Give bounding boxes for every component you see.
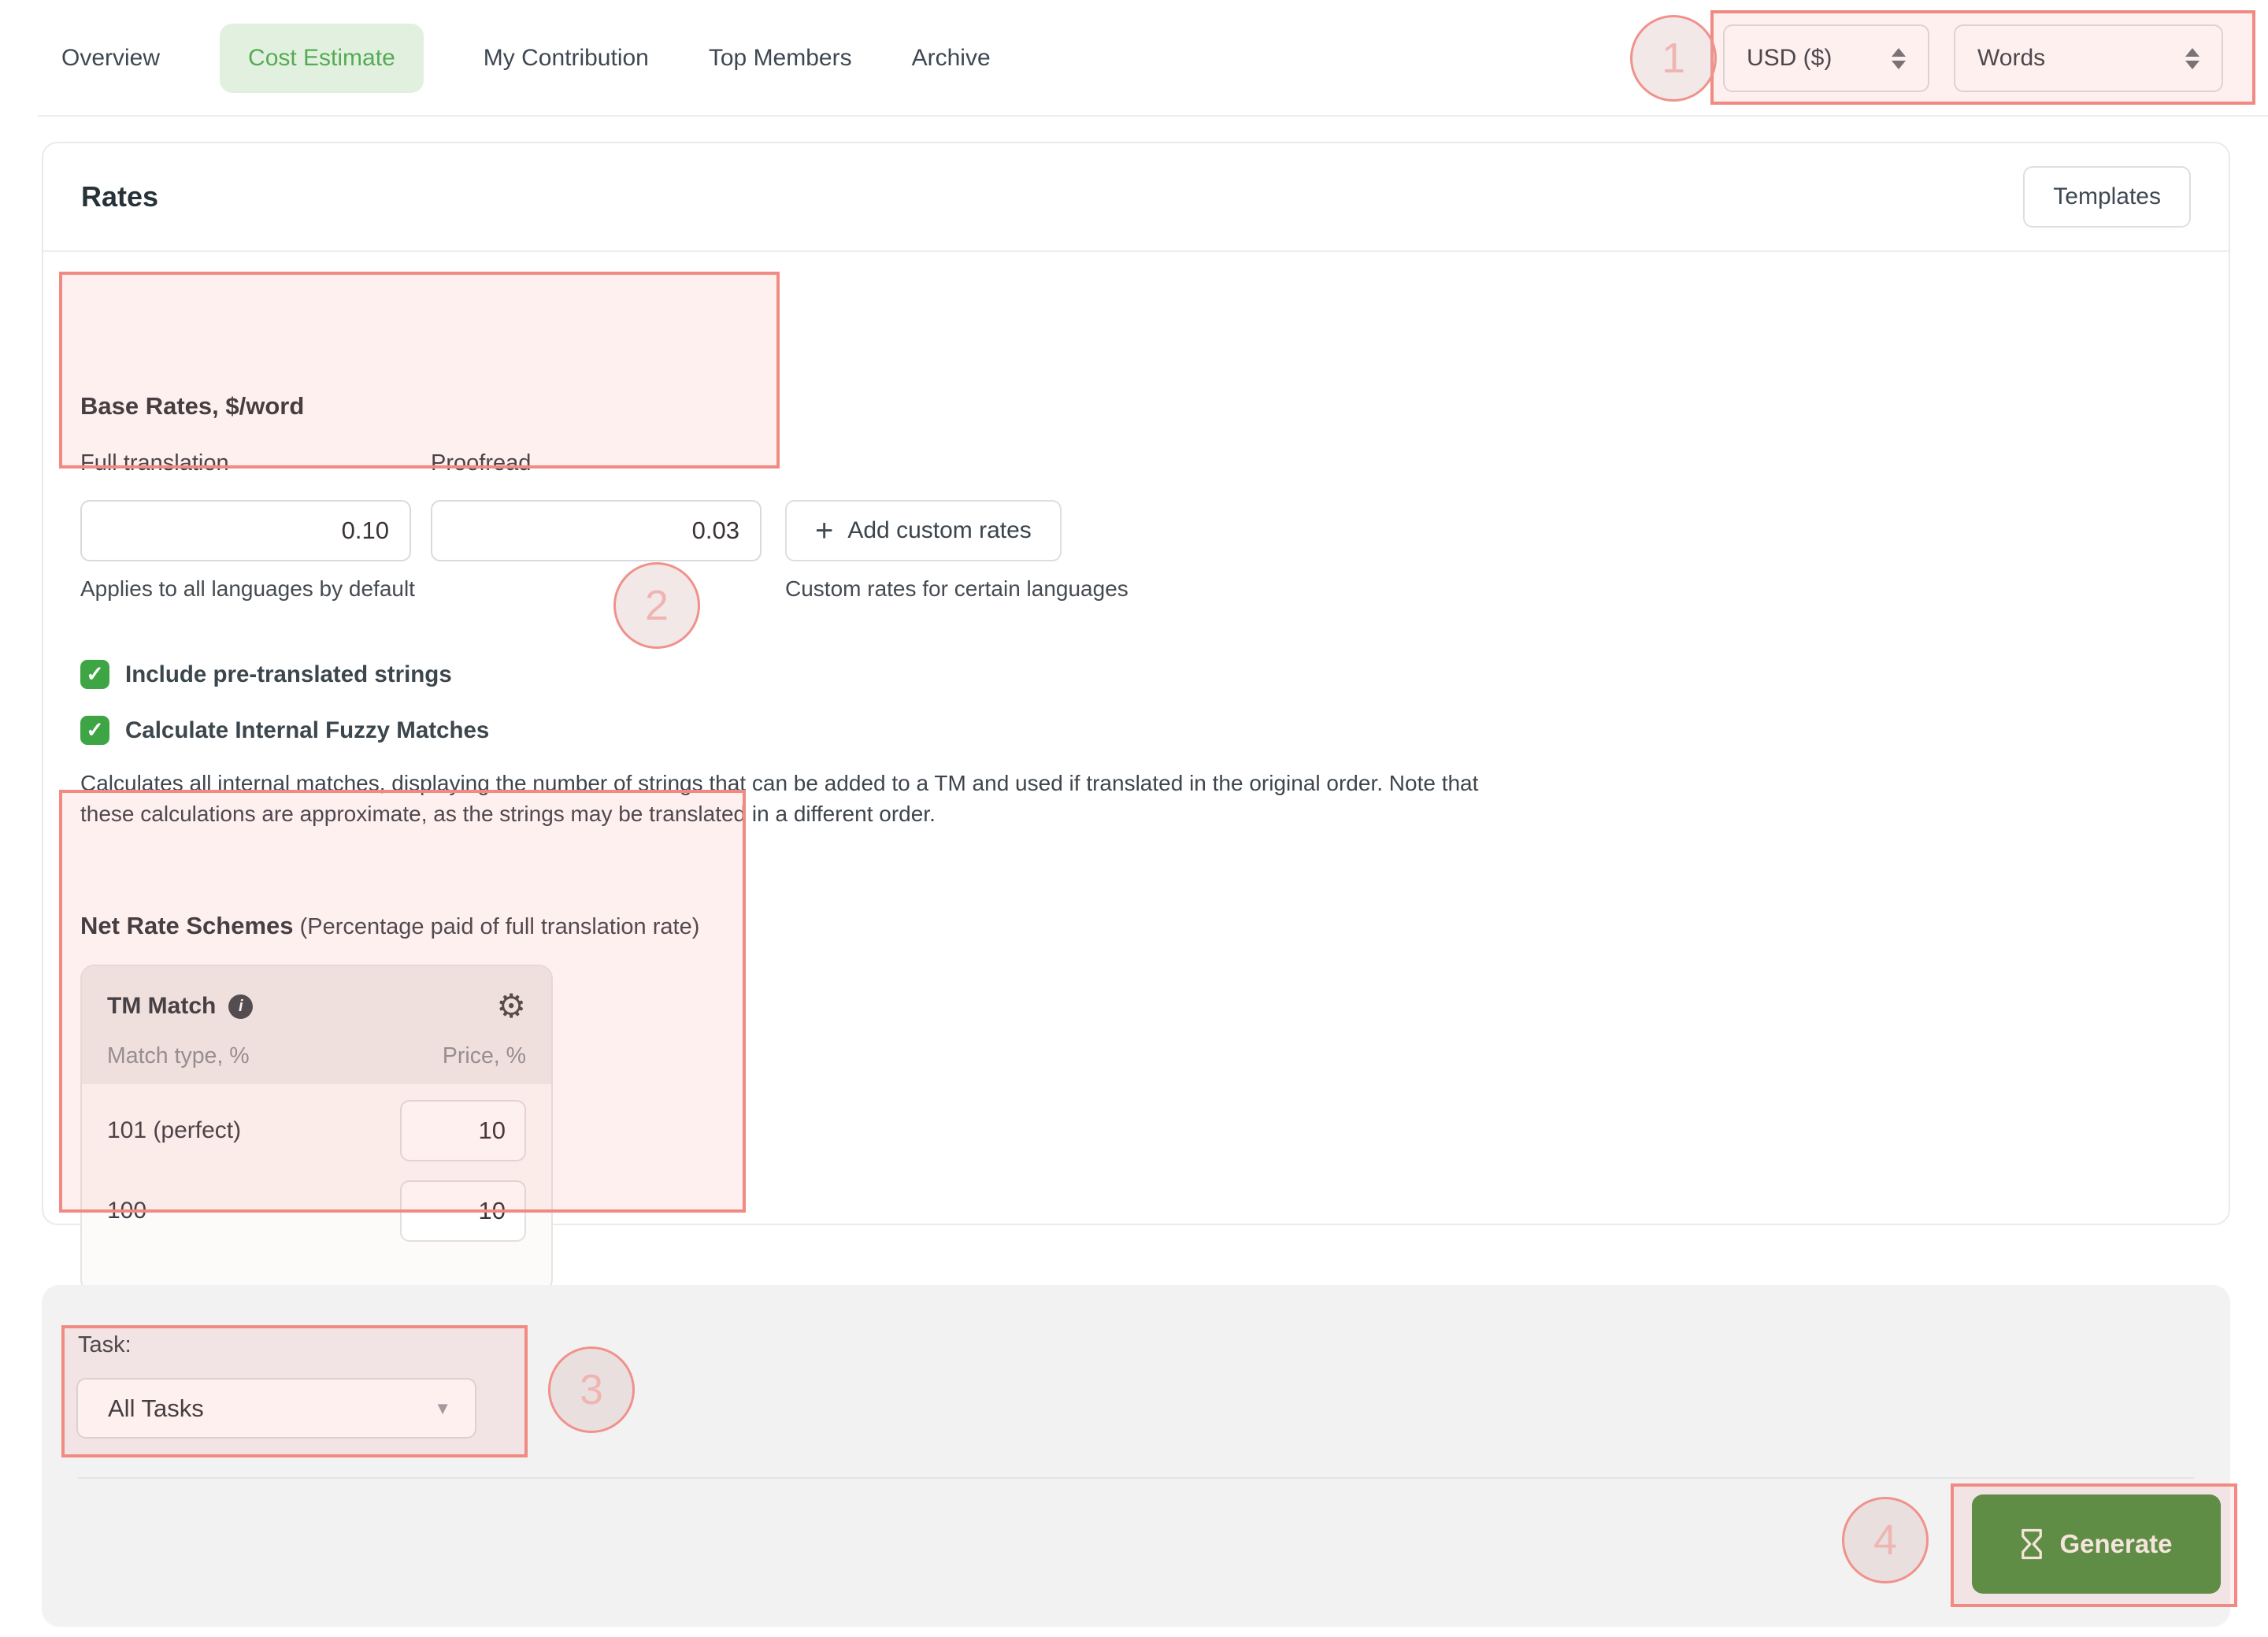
rates-title: Rates (81, 180, 158, 213)
footer-divider (78, 1477, 2194, 1479)
nav-divider (38, 115, 2268, 117)
annotation-box-3 (59, 790, 746, 1213)
annotation-circle-1: 1 (1630, 15, 1717, 102)
tab-my-contribution[interactable]: My Contribution (484, 45, 649, 72)
annotation-box-2 (59, 272, 780, 469)
base-rates-hint: Applies to all languages by default (80, 576, 415, 602)
tab-cost-estimate[interactable]: Cost Estimate (220, 24, 424, 93)
annotation-circle-2: 2 (613, 562, 700, 649)
annotation-box-5 (1951, 1483, 2237, 1607)
include-pretranslated-label: Include pre-translated strings (125, 661, 452, 688)
include-pretranslated-row: ✓ Include pre-translated strings (80, 660, 452, 689)
annotation-box-4 (61, 1325, 528, 1457)
full-translation-rate-input[interactable] (80, 500, 411, 561)
nav-tabs: Overview Cost Estimate My Contribution T… (61, 0, 991, 117)
proofread-rate-input[interactable] (431, 500, 762, 561)
annotation-circle-4: 4 (1842, 1497, 1929, 1583)
annotation-circle-3: 3 (548, 1346, 635, 1433)
cost-estimate-page: Overview Cost Estimate My Contribution T… (0, 0, 2268, 1637)
tab-overview[interactable]: Overview (61, 45, 160, 72)
templates-button[interactable]: Templates (2023, 166, 2191, 228)
tab-archive[interactable]: Archive (912, 45, 991, 72)
add-custom-rates-label: Add custom rates (847, 517, 1031, 544)
add-custom-rates-button[interactable]: + Add custom rates (785, 500, 1062, 561)
custom-rates-hint: Custom rates for certain languages (785, 576, 1128, 602)
fuzzy-matches-row: ✓ Calculate Internal Fuzzy Matches (80, 716, 489, 745)
rates-card-header: Rates Templates (43, 143, 2229, 252)
fuzzy-matches-checkbox[interactable]: ✓ (80, 716, 109, 745)
plus-icon: + (815, 515, 833, 546)
fuzzy-matches-label: Calculate Internal Fuzzy Matches (125, 717, 489, 744)
annotation-box-1 (1710, 10, 2255, 105)
include-pretranslated-checkbox[interactable]: ✓ (80, 660, 109, 689)
tab-top-members[interactable]: Top Members (709, 45, 852, 72)
